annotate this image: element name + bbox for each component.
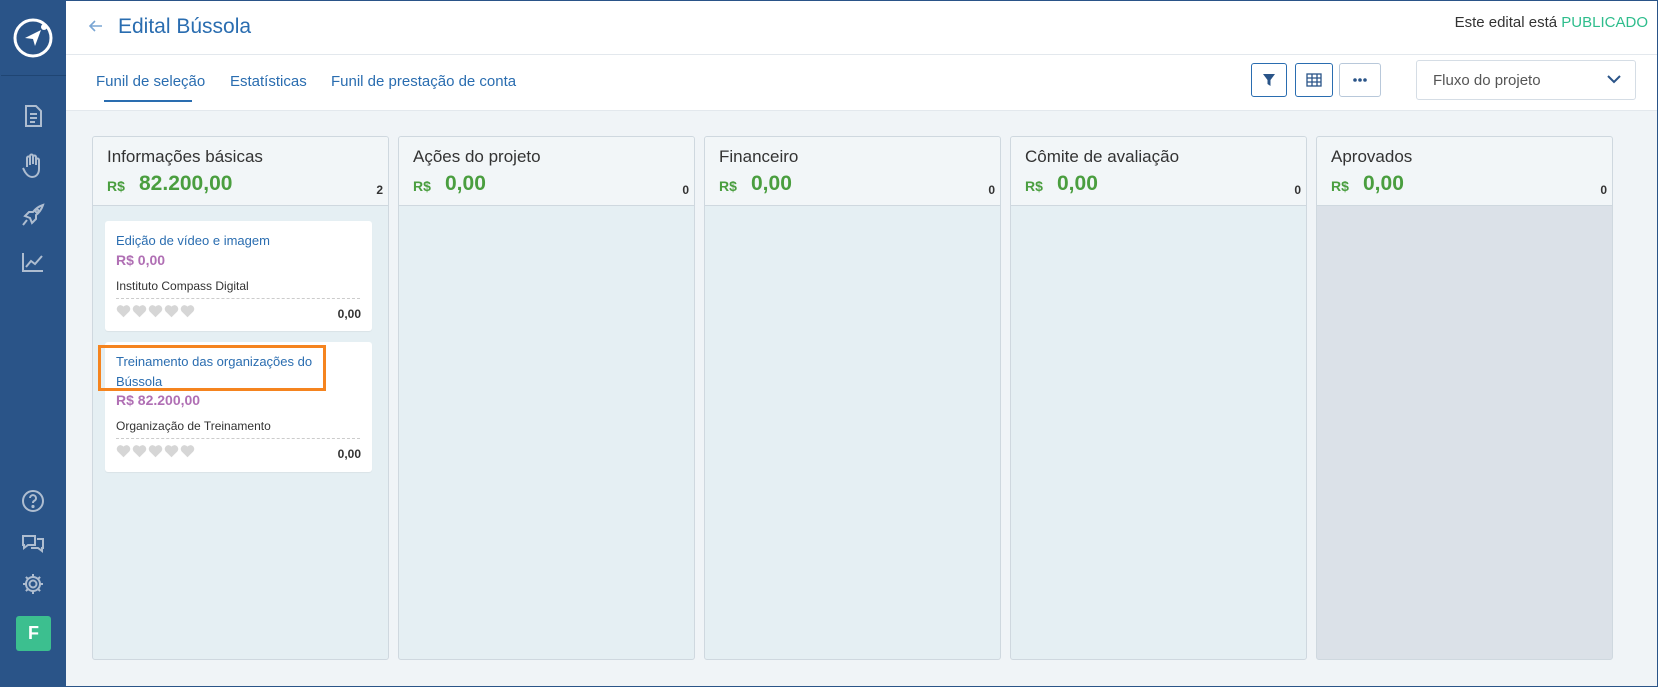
status-badge: PUBLICADO (1561, 14, 1648, 31)
column-comite-avaliacao: Cômite de avaliação R$ 0,00 0 (1010, 136, 1307, 660)
project-card[interactable]: Edição de vídeo e imagem R$ 0,00 Institu… (105, 221, 372, 331)
column-amount: 0,00 (445, 172, 486, 195)
column-amount: 0,00 (1057, 172, 1098, 195)
column-count: 0 (1600, 183, 1607, 197)
card-value: R$ 0,00 (116, 252, 166, 268)
help-icon[interactable] (19, 487, 47, 515)
tab-funil-selecao[interactable]: Funil de seleção (96, 73, 205, 90)
rating-hearts[interactable] (116, 444, 195, 458)
column-count: 0 (988, 183, 995, 197)
column-currency: R$ (1331, 178, 1349, 194)
user-avatar[interactable]: F (16, 616, 51, 651)
heart-icon (180, 445, 195, 458)
heart-icon (180, 305, 195, 318)
kanban-board: Informações básicas R$ 82.200,00 2 Ediçã… (66, 111, 1658, 687)
column-title: Ações do projeto (413, 147, 541, 166)
heart-icon (148, 445, 163, 458)
card-organization: Organização de Treinamento (116, 419, 271, 433)
column-amount: 0,00 (751, 172, 792, 195)
column-title: Informações básicas (107, 147, 263, 166)
back-arrow-icon[interactable] (86, 16, 106, 36)
sidebar-divider (0, 75, 66, 76)
rocket-icon[interactable] (19, 201, 47, 229)
card-divider (116, 438, 360, 439)
publication-status: Este edital está PUBLICADO (1455, 14, 1648, 31)
page-title: Edital Bússola (118, 15, 252, 38)
column-title: Cômite de avaliação (1025, 147, 1180, 166)
column-title: Financeiro (719, 147, 799, 166)
chat-icon[interactable] (19, 529, 47, 557)
column-header: Cômite de avaliação R$ 0,00 0 (1011, 137, 1306, 206)
page-header: Edital Bússola Este edital está PUBLICAD… (66, 0, 1658, 55)
heart-icon (132, 445, 147, 458)
more-icon (1353, 78, 1367, 82)
card-score: 0,00 (337, 447, 361, 461)
heart-icon (116, 305, 131, 318)
column-currency: R$ (107, 178, 125, 194)
table-view-button[interactable] (1295, 63, 1333, 97)
settings-icon[interactable] (19, 570, 47, 598)
document-icon[interactable] (19, 102, 47, 130)
column-currency: R$ (1025, 178, 1043, 194)
status-prefix: Este edital está (1454, 14, 1558, 31)
more-options-button[interactable] (1339, 63, 1381, 97)
heart-icon (116, 445, 131, 458)
column-amount: 82.200,00 (139, 172, 233, 195)
column-body (1317, 206, 1612, 659)
heart-icon (164, 305, 179, 318)
table-icon (1306, 73, 1322, 87)
column-header: Financeiro R$ 0,00 0 (705, 137, 1000, 206)
flow-select-value: Fluxo do projeto (1433, 72, 1541, 89)
column-body (399, 206, 694, 659)
card-title[interactable]: Edição de vídeo e imagem (116, 231, 331, 251)
card-value: R$ 82.200,00 (116, 392, 201, 408)
heart-icon (148, 305, 163, 318)
column-count: 0 (682, 183, 689, 197)
card-divider (116, 298, 360, 299)
column-financeiro: Financeiro R$ 0,00 0 (704, 136, 1001, 660)
column-currency: R$ (413, 178, 431, 194)
column-aprovados: Aprovados R$ 0,00 0 (1316, 136, 1613, 660)
rating-hearts[interactable] (116, 304, 195, 318)
column-title: Aprovados (1331, 147, 1413, 166)
column-body (705, 206, 1000, 659)
tab-estatisticas[interactable]: Estatísticas (230, 73, 307, 90)
column-amount: 0,00 (1363, 172, 1404, 195)
filter-icon (1263, 74, 1275, 86)
chart-trend-icon[interactable] (19, 248, 47, 276)
sidebar: F (0, 0, 66, 687)
tab-funil-prestacao[interactable]: Funil de prestação de conta (331, 73, 516, 90)
column-count: 2 (376, 183, 383, 197)
compass-logo-icon[interactable] (11, 16, 55, 60)
hand-heart-icon[interactable] (19, 152, 47, 180)
column-header: Aprovados R$ 0,00 0 (1317, 137, 1612, 206)
column-body: Edição de vídeo e imagem R$ 0,00 Institu… (93, 206, 388, 659)
heart-icon (164, 445, 179, 458)
chevron-down-icon (1607, 75, 1621, 84)
column-currency: R$ (719, 178, 737, 194)
filter-button[interactable] (1251, 63, 1287, 97)
column-header: Informações básicas R$ 82.200,00 2 (93, 137, 388, 206)
heart-icon (132, 305, 147, 318)
column-header: Ações do projeto R$ 0,00 0 (399, 137, 694, 206)
active-tab-indicator (104, 100, 192, 102)
project-card[interactable]: Treinamento das organizações do Bússola … (98, 342, 372, 472)
column-count: 0 (1294, 183, 1301, 197)
card-title[interactable]: Treinamento das organizações do Bússola (116, 352, 331, 392)
card-organization: Instituto Compass Digital (116, 279, 249, 293)
card-score: 0,00 (337, 307, 361, 321)
flow-select[interactable]: Fluxo do projeto (1416, 60, 1636, 100)
column-body (1011, 206, 1306, 659)
column-informacoes-basicas: Informações básicas R$ 82.200,00 2 Ediçã… (92, 136, 389, 660)
tab-bar: Funil de seleção Estatísticas Funil de p… (66, 55, 1658, 111)
column-acoes-do-projeto: Ações do projeto R$ 0,00 0 (398, 136, 695, 660)
